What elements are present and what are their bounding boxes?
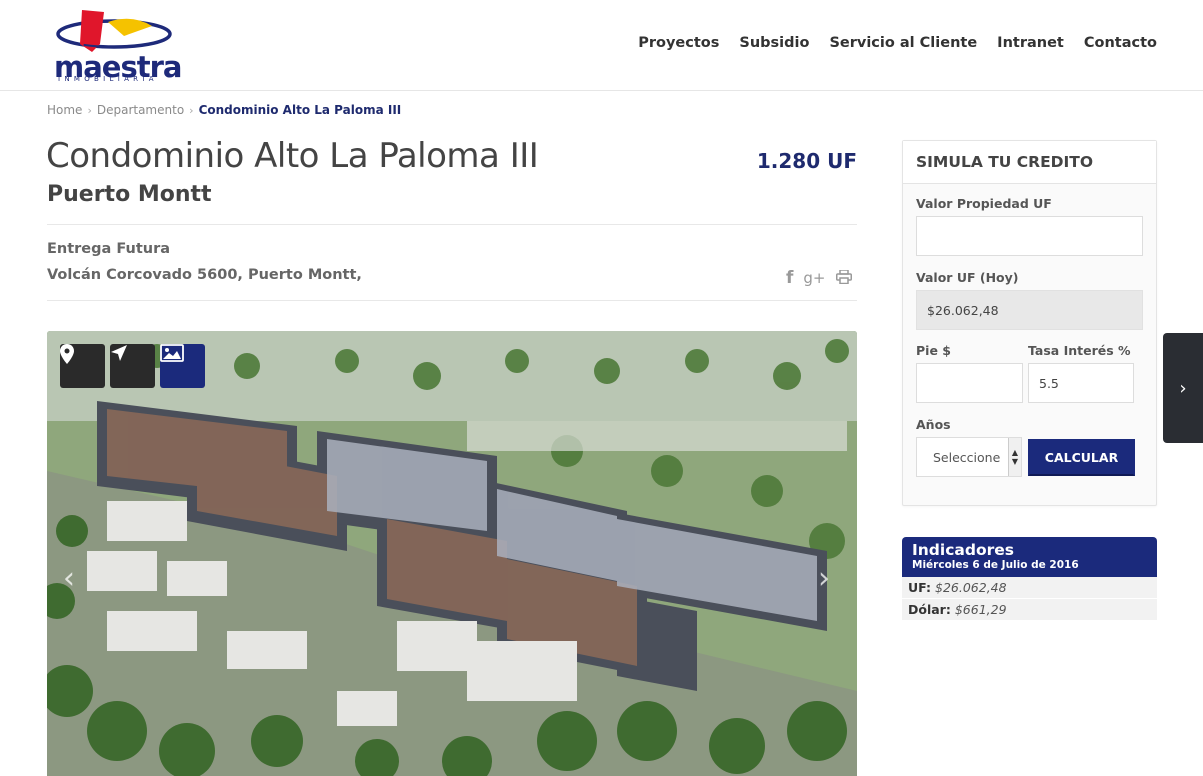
chevron-right-icon: › [1179, 377, 1187, 399]
page-title: Condominio Alto La Paloma III [46, 136, 539, 176]
indicator-row-uf: UF: $26.062,48 [902, 577, 1157, 599]
side-next-tab[interactable]: › [1163, 333, 1203, 443]
nav-proyectos[interactable]: Proyectos [638, 35, 719, 51]
property-city: Puerto Montt [47, 182, 212, 207]
pie-input[interactable] [916, 363, 1023, 403]
navigation-button[interactable] [110, 344, 155, 388]
delivery-status: Entrega Futura [47, 241, 171, 257]
anos-select[interactable]: Seleccione ▲ ▼ [916, 437, 1022, 477]
facebook-icon[interactable]: f [786, 268, 793, 288]
hero-next-arrow[interactable]: › [818, 561, 830, 596]
indicator-value: $661,29 [954, 602, 1007, 617]
anos-label: Años [916, 417, 951, 432]
simulator-title: SIMULA TU CREDITO [903, 141, 1156, 184]
tasa-interes-input[interactable]: 5.5 [1028, 363, 1134, 403]
indicator-value: $26.062,48 [935, 580, 1007, 595]
property-price: 1.280 UF [756, 149, 857, 173]
gallery-button[interactable] [160, 344, 205, 388]
site-header: maestra INMOBILIARIA Proyectos Subsidio … [0, 0, 1203, 91]
breadcrumb: Home › Departamento › Condominio Alto La… [47, 103, 401, 117]
select-caret-icon: ▲ ▼ [1008, 438, 1021, 476]
indicator-label: Dólar: [908, 602, 951, 617]
hero-prev-arrow[interactable]: ‹ [63, 561, 75, 596]
indicators-date: Miércoles 6 de Julio de 2016 [912, 559, 1079, 571]
nav-subsidio[interactable]: Subsidio [739, 35, 809, 51]
valor-propiedad-input[interactable] [916, 216, 1143, 256]
nav-servicio-al-cliente[interactable]: Servicio al Cliente [829, 35, 977, 51]
breadcrumb-current: Condominio Alto La Paloma III [198, 103, 402, 117]
breadcrumb-separator: › [87, 103, 92, 117]
logo-subtext: INMOBILIARIA [58, 75, 158, 83]
breadcrumb-separator: › [189, 103, 194, 117]
main-nav: Proyectos Subsidio Servicio al Cliente I… [638, 35, 1157, 51]
tasa-interes-label: Tasa Interés % [1028, 343, 1131, 358]
credit-simulator: SIMULA TU CREDITO Valor Propiedad UF Val… [902, 140, 1157, 506]
print-icon[interactable] [835, 268, 852, 288]
valor-uf-label: Valor UF (Hoy) [916, 270, 1019, 285]
property-hero-image[interactable]: ‹ › [47, 331, 857, 776]
indicators-header: Indicadores Miércoles 6 de Julio de 2016 [902, 537, 1157, 577]
indicators-title: Indicadores [912, 541, 1014, 559]
valor-uf-field: $26.062,48 [916, 290, 1143, 330]
breadcrumb-home[interactable]: Home [47, 103, 82, 117]
nav-contacto[interactable]: Contacto [1084, 35, 1157, 51]
indicator-label: UF: [908, 580, 932, 595]
calcular-button[interactable]: CALCULAR [1028, 439, 1135, 476]
property-address: Volcán Corcovado 5600, Puerto Montt, [47, 267, 362, 283]
map-pin-button[interactable] [60, 344, 105, 388]
anos-select-value: Seleccione [933, 449, 1001, 465]
google-plus-icon[interactable]: g+ [803, 269, 825, 287]
share-bar: f g+ [786, 268, 852, 288]
divider [47, 300, 857, 301]
indicator-row-dolar: Dólar: $661,29 [902, 599, 1157, 621]
indicators-panel: Indicadores Miércoles 6 de Julio de 2016… [902, 537, 1157, 621]
maestra-logo[interactable]: maestra INMOBILIARIA [52, 8, 182, 84]
rendering-illustration [47, 331, 857, 776]
valor-propiedad-label: Valor Propiedad UF [916, 196, 1052, 211]
pie-label: Pie $ [916, 343, 951, 358]
divider [47, 224, 857, 225]
breadcrumb-departamento[interactable]: Departamento [97, 103, 184, 117]
nav-intranet[interactable]: Intranet [997, 35, 1064, 51]
